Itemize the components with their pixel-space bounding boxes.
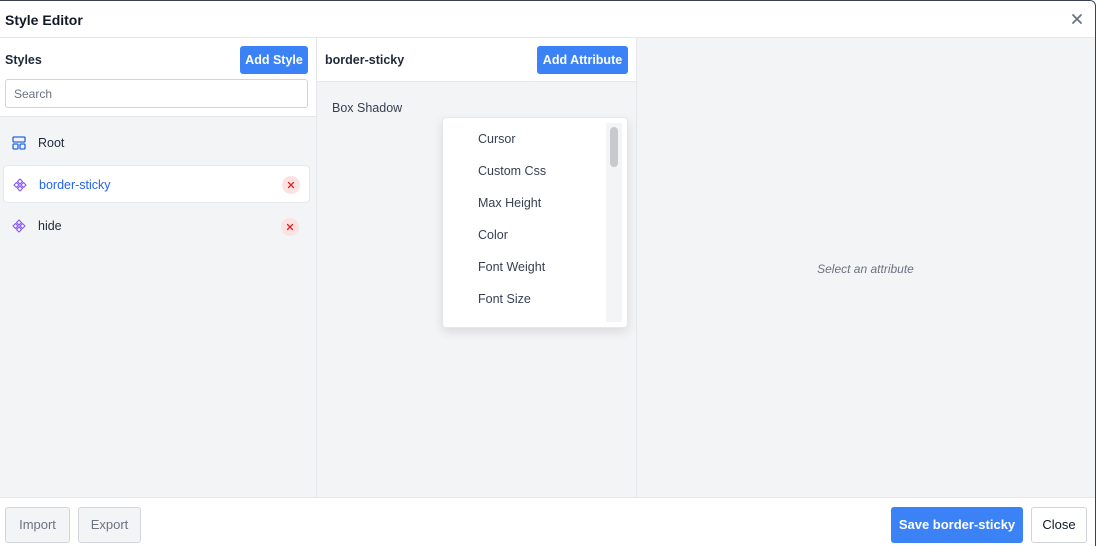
dropdown-scrollbar[interactable]: [606, 123, 622, 322]
close-icon: [286, 223, 294, 231]
styles-panel-header: Styles Add Style: [0, 38, 316, 117]
dropdown-option-custom-css[interactable]: Custom Css: [478, 164, 546, 178]
close-icon: [287, 181, 295, 189]
dropdown-scrollbar-thumb[interactable]: [610, 127, 618, 167]
selected-style-name: border-sticky: [325, 53, 405, 67]
dialog-body: Styles Add Style Root: [0, 38, 1095, 497]
style-item-label: hide: [38, 219, 62, 233]
save-style-button[interactable]: Save border-sticky: [891, 507, 1023, 543]
attribute-dropdown: Cursor Custom Css Max Height Color Font …: [442, 117, 628, 328]
dropdown-option-max-height[interactable]: Max Height: [478, 196, 541, 210]
delete-style-button[interactable]: [281, 218, 299, 236]
delete-style-button[interactable]: [282, 176, 300, 194]
close-icon-svg: [1072, 14, 1082, 24]
dropdown-option-cursor[interactable]: Cursor: [478, 132, 516, 146]
add-style-button[interactable]: Add Style: [240, 46, 308, 74]
style-item-root[interactable]: Root: [3, 124, 310, 162]
style-editor-dialog: Style Editor Styles Add Style Search Roo…: [0, 0, 1096, 546]
style-item-label: Root: [38, 136, 65, 150]
close-icon[interactable]: [1068, 10, 1086, 28]
export-button[interactable]: Export: [78, 507, 141, 543]
layout-icon: [12, 136, 26, 150]
dialog-title: Style Editor: [5, 12, 83, 28]
import-button[interactable]: Import: [5, 507, 70, 543]
component-icon: [13, 178, 27, 192]
dialog-header: Style Editor: [0, 1, 1095, 38]
add-attribute-button[interactable]: Add Attribute: [537, 46, 628, 74]
style-item-hide[interactable]: hide: [3, 207, 310, 245]
component-icon: [12, 219, 26, 233]
dropdown-option-font-size[interactable]: Font Size: [478, 292, 531, 306]
select-attribute-placeholder: Select an attribute: [817, 262, 914, 276]
close-button[interactable]: Close: [1031, 507, 1087, 543]
dropdown-option-font-weight[interactable]: Font Weight: [478, 260, 545, 274]
attribute-detail-panel: Select an attribute: [637, 38, 1095, 497]
style-item-label: border-sticky: [39, 178, 111, 192]
search-input[interactable]: [5, 79, 308, 108]
styles-panel: Styles Add Style Root: [0, 38, 317, 497]
attribute-item-box-shadow[interactable]: Box Shadow: [332, 101, 402, 115]
style-item-border-sticky[interactable]: border-sticky: [3, 165, 310, 203]
styles-label: Styles: [5, 53, 42, 67]
attributes-panel-header: border-sticky Add Attribute: [317, 38, 636, 82]
dialog-footer: Import Export Save border-sticky Close: [0, 497, 1095, 546]
dropdown-option-color[interactable]: Color: [478, 228, 508, 242]
